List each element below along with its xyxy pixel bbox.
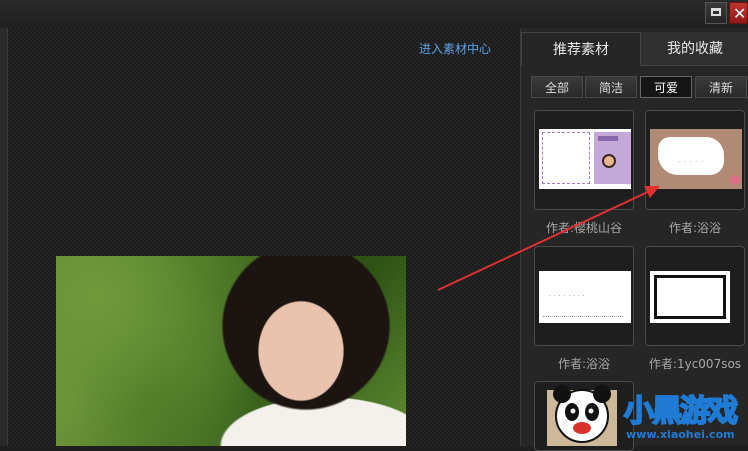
close-icon: ✕ [733, 4, 747, 23]
flower-icon [730, 175, 740, 185]
left-edge [0, 28, 8, 446]
close-button[interactable]: ✕ [729, 2, 748, 24]
thumb-preview: · · · · · [650, 129, 742, 189]
tab-recommended[interactable]: 推荐素材 [521, 32, 641, 66]
material-thumb-1[interactable] [534, 110, 634, 210]
text-dots: · · · · · [678, 159, 705, 166]
tag-shape [598, 136, 618, 141]
filter-cute[interactable]: 可爱 [640, 76, 692, 98]
thumb-caption: 作者:樱桃山谷 [545, 221, 623, 235]
thumb-caption: 作者:浴浴 [668, 221, 722, 235]
black-frame-icon [654, 275, 726, 319]
stamp-frame-icon [542, 132, 590, 184]
watermark-url: www.xiaohei.com [626, 428, 735, 441]
panel-tabs: 推荐素材 我的收藏 [521, 32, 748, 66]
material-thumb-2[interactable]: · · · · · [645, 110, 745, 210]
tab-favorites[interactable]: 我的收藏 [641, 32, 748, 66]
material-thumb-4[interactable] [645, 246, 745, 346]
thumb-preview [650, 271, 730, 323]
portrait-photo [56, 256, 406, 446]
cartoon-face-icon [602, 154, 616, 168]
filter-fresh[interactable]: 清新 [695, 76, 747, 98]
text-line: · · · · · · · · [549, 293, 586, 300]
thumb-preview [539, 129, 631, 189]
sticker-panel [594, 132, 631, 184]
watermark-logo: 小黑游戏 www.xiaohei.com [548, 380, 748, 446]
filter-all[interactable]: 全部 [531, 76, 583, 98]
material-center-link[interactable]: 进入素材中心 [419, 40, 491, 57]
thumb-preview: · · · · · · · · [539, 271, 631, 323]
filter-simple[interactable]: 简洁 [585, 76, 637, 98]
main-canvas: 进入素材中心 [8, 28, 519, 446]
thumb-caption: 作者:1yc007sos [648, 357, 742, 371]
panda-logo-icon [553, 385, 611, 443]
title-bar: ✕ [0, 0, 748, 29]
material-thumb-3[interactable]: · · · · · · · · [534, 246, 634, 346]
watermark-name: 小黑游戏 [623, 393, 739, 430]
maximize-icon[interactable] [705, 2, 727, 24]
thumb-caption: 作者:浴浴 [557, 357, 611, 371]
cloud-frame-icon: · · · · · [658, 137, 724, 175]
filter-bar: 全部 简洁 可爱 清新 [531, 76, 748, 98]
dotted-line [543, 313, 623, 317]
